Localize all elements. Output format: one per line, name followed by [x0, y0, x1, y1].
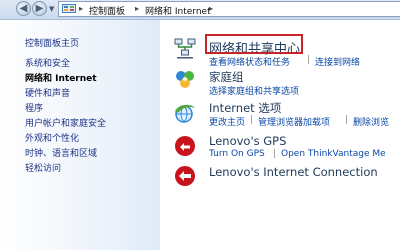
sidebar-item-appearance[interactable]: 外观和个性化	[25, 131, 79, 144]
category-internet-options[interactable]: Internet 选项	[209, 100, 281, 116]
breadcrumb[interactable]: ▸ 控制面板 ▸ 网络和 Internet ▸	[58, 1, 400, 17]
breadcrumb-separator-icon[interactable]: ▸	[79, 4, 83, 13]
task-separator: |	[345, 115, 349, 125]
sidebar-item-clock-language-region[interactable]: 时钟、语言和区域	[25, 146, 97, 159]
task-separator: |	[273, 149, 277, 159]
sidebar-item-network-internet: 网络和 Internet	[25, 74, 97, 84]
task-change-home-page[interactable]: 更改主页	[209, 115, 245, 128]
task-homegroup-sharing-options[interactable]: 选择家庭组和共享选项	[209, 84, 299, 97]
breadcrumb-separator-icon[interactable]: ▸	[209, 4, 213, 13]
category-homegroup[interactable]: 家庭组	[209, 69, 244, 85]
breadcrumb-control-panel[interactable]: 控制面板	[89, 4, 125, 17]
sidebar-item-programs[interactable]: 程序	[25, 101, 43, 114]
sidebar-item-user-accounts[interactable]: 用户帐户和家庭安全	[25, 116, 106, 129]
breadcrumb-network-internet[interactable]: 网络和 Internet	[145, 4, 211, 17]
sidebar-item-system-security[interactable]: 系统和安全	[25, 56, 70, 69]
control-panel-icon	[62, 4, 76, 13]
sidebar-item-hardware-sound[interactable]: 硬件和声音	[25, 86, 70, 99]
sidebar-item-ease-of-access[interactable]: 轻松访问	[25, 161, 61, 174]
task-manage-browser-addons[interactable]: 管理浏览器加载项	[258, 115, 330, 128]
homegroup-icon[interactable]	[173, 68, 197, 92]
category-lenovo-internet-connection[interactable]: Lenovo's Internet Connection	[209, 165, 378, 179]
address-bar: ◀ ▶ ▼ ▸ 控制面板 ▸ 网络和 Internet ▸	[0, 0, 400, 20]
recent-pages-dropdown-icon[interactable]: ▼	[49, 5, 54, 13]
breadcrumb-separator-icon[interactable]: ▸	[135, 4, 139, 13]
task-connect-to-network[interactable]: 连接到网络	[315, 55, 360, 68]
sidebar: 控制面板主页 系统和安全 网络和 Internet 硬件和声音 程序 用户帐户和…	[0, 20, 160, 250]
lenovo-gps-icon[interactable]	[173, 134, 197, 158]
category-lenovo-gps[interactable]: Lenovo's GPS	[209, 134, 286, 148]
forward-arrow-icon[interactable]: ▶	[32, 1, 47, 16]
lenovo-internet-connection-icon[interactable]	[173, 164, 197, 188]
sidebar-item-control-panel-home[interactable]: 控制面板主页	[25, 36, 79, 49]
task-open-thinkvantage[interactable]: Open ThinkVantage Me	[281, 149, 386, 159]
task-view-network-status[interactable]: 查看网络状态和任务	[209, 55, 290, 68]
task-separator: |	[250, 115, 254, 125]
back-arrow-icon[interactable]: ◀	[16, 1, 31, 16]
network-sharing-center-icon[interactable]	[173, 36, 197, 60]
task-delete-browsing-history[interactable]: 删除浏览	[353, 115, 389, 128]
main-panel: 网络和共享中心 查看网络状态和任务 | 连接到网络 家庭组 选择家庭组和共享选项…	[160, 20, 400, 250]
internet-options-icon[interactable]	[173, 101, 197, 125]
task-turn-on-gps[interactable]: Turn On GPS	[209, 149, 265, 159]
task-separator: |	[307, 55, 311, 65]
highlight-box	[205, 34, 303, 54]
